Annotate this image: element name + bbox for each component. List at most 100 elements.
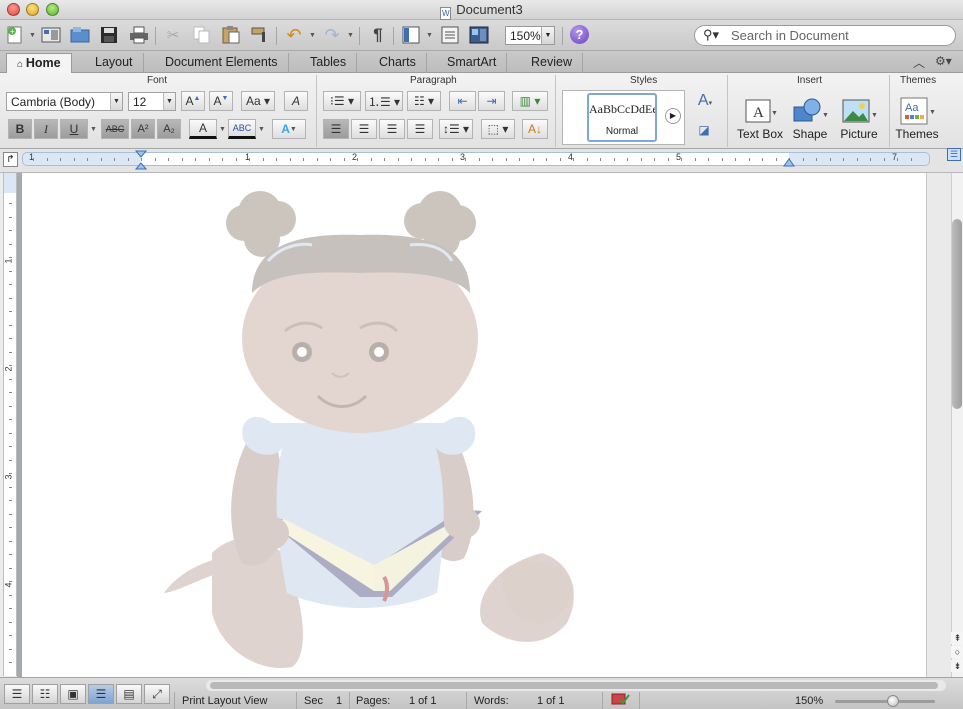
subscript-button[interactable]: A₂ bbox=[157, 119, 181, 139]
font-name-select[interactable]: Cambria (Body) ▼ bbox=[6, 92, 123, 111]
manage-styles-button[interactable]: ◪ bbox=[693, 120, 715, 140]
align-right-button[interactable]: ☰ bbox=[379, 119, 405, 139]
numbering-button[interactable]: ⒈☰ ▾ bbox=[365, 91, 403, 111]
redo-dropdown-icon[interactable]: ▼ bbox=[347, 32, 354, 39]
font-size-select[interactable]: 12 ▼ bbox=[128, 92, 176, 111]
help-button[interactable]: ? bbox=[570, 25, 589, 44]
undo-icon[interactable]: ↶ bbox=[283, 25, 305, 45]
horizontal-scroll-thumb[interactable] bbox=[210, 682, 938, 689]
draft-view-button[interactable]: ☰ bbox=[4, 684, 30, 704]
document-page[interactable] bbox=[22, 173, 926, 677]
focus-view-button[interactable]: ⤢ bbox=[144, 684, 170, 704]
tab-charts[interactable]: Charts bbox=[369, 53, 427, 73]
media-browser-icon[interactable] bbox=[468, 25, 490, 45]
spelling-check-icon[interactable] bbox=[611, 692, 631, 709]
columns-button[interactable]: ▥ ▾ bbox=[512, 91, 548, 111]
themes-button[interactable]: Aa ▼ Themes bbox=[894, 95, 940, 141]
shape-button[interactable]: ▼ Shape bbox=[788, 95, 832, 141]
new-dropdown-icon[interactable]: ▼ bbox=[29, 32, 36, 39]
svg-text:▼: ▼ bbox=[822, 112, 829, 119]
shrink-font-button[interactable]: A▼ bbox=[209, 91, 233, 111]
search-field[interactable]: ⚲▾ bbox=[694, 25, 956, 46]
templates-icon[interactable] bbox=[40, 25, 62, 45]
style-normal[interactable]: AaBbCcDdEe Normal bbox=[587, 93, 657, 142]
copy-icon[interactable] bbox=[191, 25, 213, 45]
increase-indent-button[interactable]: ⇥ bbox=[478, 91, 505, 111]
redo-icon[interactable]: ↷ bbox=[321, 25, 343, 45]
styles-next-icon[interactable]: ▶ bbox=[665, 108, 681, 124]
right-indent-marker-icon[interactable] bbox=[783, 155, 795, 167]
align-left-button[interactable]: ☰ bbox=[323, 119, 349, 139]
underline-dropdown-icon[interactable]: ▼ bbox=[90, 126, 97, 133]
cut-icon[interactable]: ✂ bbox=[162, 25, 184, 45]
new-document-icon[interactable]: + bbox=[4, 25, 26, 45]
indent-marker-icon[interactable] bbox=[135, 150, 147, 172]
change-case-button[interactable]: Aa ▾ bbox=[241, 91, 275, 111]
styles-pane-button[interactable]: A▾ bbox=[690, 91, 720, 111]
italic-button[interactable]: I bbox=[34, 119, 58, 139]
show-formatting-icon[interactable]: ¶ bbox=[367, 25, 389, 45]
sort-button[interactable]: A↓ bbox=[522, 119, 548, 139]
print-icon[interactable] bbox=[128, 25, 150, 45]
horizontal-ruler[interactable]: 1 1 2 3 4 5 7 bbox=[22, 150, 930, 170]
zoom-slider-knob[interactable] bbox=[887, 695, 899, 707]
scroll-thumb[interactable] bbox=[952, 219, 962, 409]
highlight-button[interactable]: ABC bbox=[228, 119, 256, 139]
highlight-dropdown-icon[interactable]: ▼ bbox=[258, 126, 265, 133]
collapse-ribbon-icon[interactable]: ︿ bbox=[913, 54, 925, 71]
tab-home[interactable]: ⌂ Home bbox=[6, 53, 72, 73]
browse-object-icon[interactable]: ○ bbox=[951, 646, 963, 658]
format-painter-icon[interactable] bbox=[249, 25, 271, 45]
outline-view-button[interactable]: ☷ bbox=[32, 684, 58, 704]
font-name-dropdown-icon[interactable]: ▼ bbox=[110, 93, 122, 110]
multilevel-list-button[interactable]: ☷ ▾ bbox=[407, 91, 441, 111]
horizontal-scrollbar[interactable] bbox=[206, 680, 946, 691]
zoom-slider[interactable] bbox=[835, 695, 935, 707]
zoom-dropdown-icon[interactable]: ▼ bbox=[541, 27, 554, 44]
open-icon[interactable] bbox=[69, 25, 91, 45]
picture-button[interactable]: ▼ Picture bbox=[836, 95, 882, 141]
tab-tables[interactable]: Tables bbox=[300, 53, 358, 73]
justify-button[interactable]: ☰ bbox=[407, 119, 433, 139]
view-icon[interactable] bbox=[400, 25, 422, 45]
baby-reading-clipart[interactable] bbox=[152, 173, 712, 677]
search-icon[interactable]: ⚲▾ bbox=[703, 27, 719, 43]
sidebar-icon[interactable] bbox=[439, 25, 461, 45]
tab-layout[interactable]: Layout bbox=[85, 53, 144, 73]
tab-review[interactable]: Review bbox=[521, 53, 583, 73]
superscript-button[interactable]: A² bbox=[131, 119, 155, 139]
align-center-button[interactable]: ☰ bbox=[351, 119, 377, 139]
undo-dropdown-icon[interactable]: ▼ bbox=[309, 32, 316, 39]
font-color-button[interactable]: A bbox=[189, 119, 217, 139]
bold-button[interactable]: B bbox=[8, 119, 32, 139]
next-page-icon[interactable]: ⇟ bbox=[951, 660, 963, 672]
font-size-dropdown-icon[interactable]: ▼ bbox=[163, 93, 175, 110]
publishing-view-button[interactable]: ▣ bbox=[60, 684, 86, 704]
previous-page-icon[interactable]: ⇞ bbox=[951, 632, 963, 644]
ribbon-settings-icon[interactable]: ⚙▾ bbox=[935, 54, 952, 68]
clear-formatting-button[interactable]: A bbox=[284, 91, 308, 111]
save-icon[interactable] bbox=[98, 25, 120, 45]
strikethrough-button[interactable]: ABC bbox=[101, 119, 129, 139]
underline-button[interactable]: U bbox=[60, 119, 88, 139]
line-spacing-button[interactable]: ↕☰ ▾ bbox=[439, 119, 473, 139]
ruler-toggle-icon[interactable]: ☰ bbox=[947, 148, 961, 161]
grow-font-button[interactable]: A▲ bbox=[181, 91, 205, 111]
paste-icon[interactable] bbox=[220, 25, 242, 45]
tab-document-elements[interactable]: Document Elements bbox=[155, 53, 289, 73]
view-dropdown-icon[interactable]: ▼ bbox=[426, 32, 433, 39]
zoom-select[interactable]: 150% ▼ bbox=[505, 26, 555, 45]
borders-button[interactable]: ⬚ ▾ bbox=[481, 119, 515, 139]
tab-smartart[interactable]: SmartArt bbox=[437, 53, 508, 73]
decrease-indent-button[interactable]: ⇤ bbox=[449, 91, 476, 111]
text-effects-button[interactable]: A ▼ bbox=[272, 119, 306, 139]
font-color-dropdown-icon[interactable]: ▼ bbox=[219, 126, 226, 133]
bullets-button[interactable]: ⁝☰ ▾ bbox=[323, 91, 361, 111]
vertical-ruler[interactable]: 1 2 3 4 bbox=[3, 173, 17, 676]
text-box-button[interactable]: A ▼ Text Box bbox=[736, 95, 784, 141]
tab-stop-selector[interactable]: ↱ bbox=[3, 152, 18, 167]
search-input[interactable] bbox=[731, 28, 946, 43]
vertical-scrollbar[interactable]: ⇞ ○ ⇟ bbox=[926, 173, 963, 677]
notebook-view-button[interactable]: ▤ bbox=[116, 684, 142, 704]
print-layout-view-button[interactable]: ☰ bbox=[88, 684, 114, 704]
